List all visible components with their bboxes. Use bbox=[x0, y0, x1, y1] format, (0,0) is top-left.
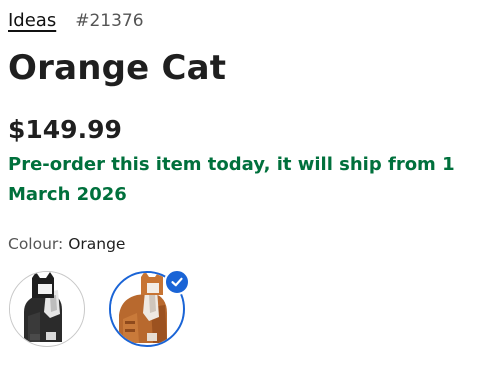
colour-selection: Colour: Orange bbox=[8, 233, 125, 255]
breadcrumb-theme-link[interactable]: Ideas bbox=[8, 10, 56, 31]
preorder-message: Pre-order this item today, it will ship … bbox=[8, 154, 455, 205]
item-number: #21376 bbox=[75, 11, 144, 31]
black-cat-thumbnail bbox=[10, 272, 83, 345]
product-price: $149.99 bbox=[8, 115, 122, 144]
check-icon bbox=[164, 269, 190, 295]
colour-swatch-black[interactable] bbox=[9, 271, 85, 347]
colour-label: Colour: bbox=[8, 235, 64, 253]
breadcrumb: Ideas #21376 bbox=[8, 10, 144, 34]
colour-value: Orange bbox=[68, 235, 126, 253]
product-title: Orange Cat bbox=[8, 48, 227, 88]
